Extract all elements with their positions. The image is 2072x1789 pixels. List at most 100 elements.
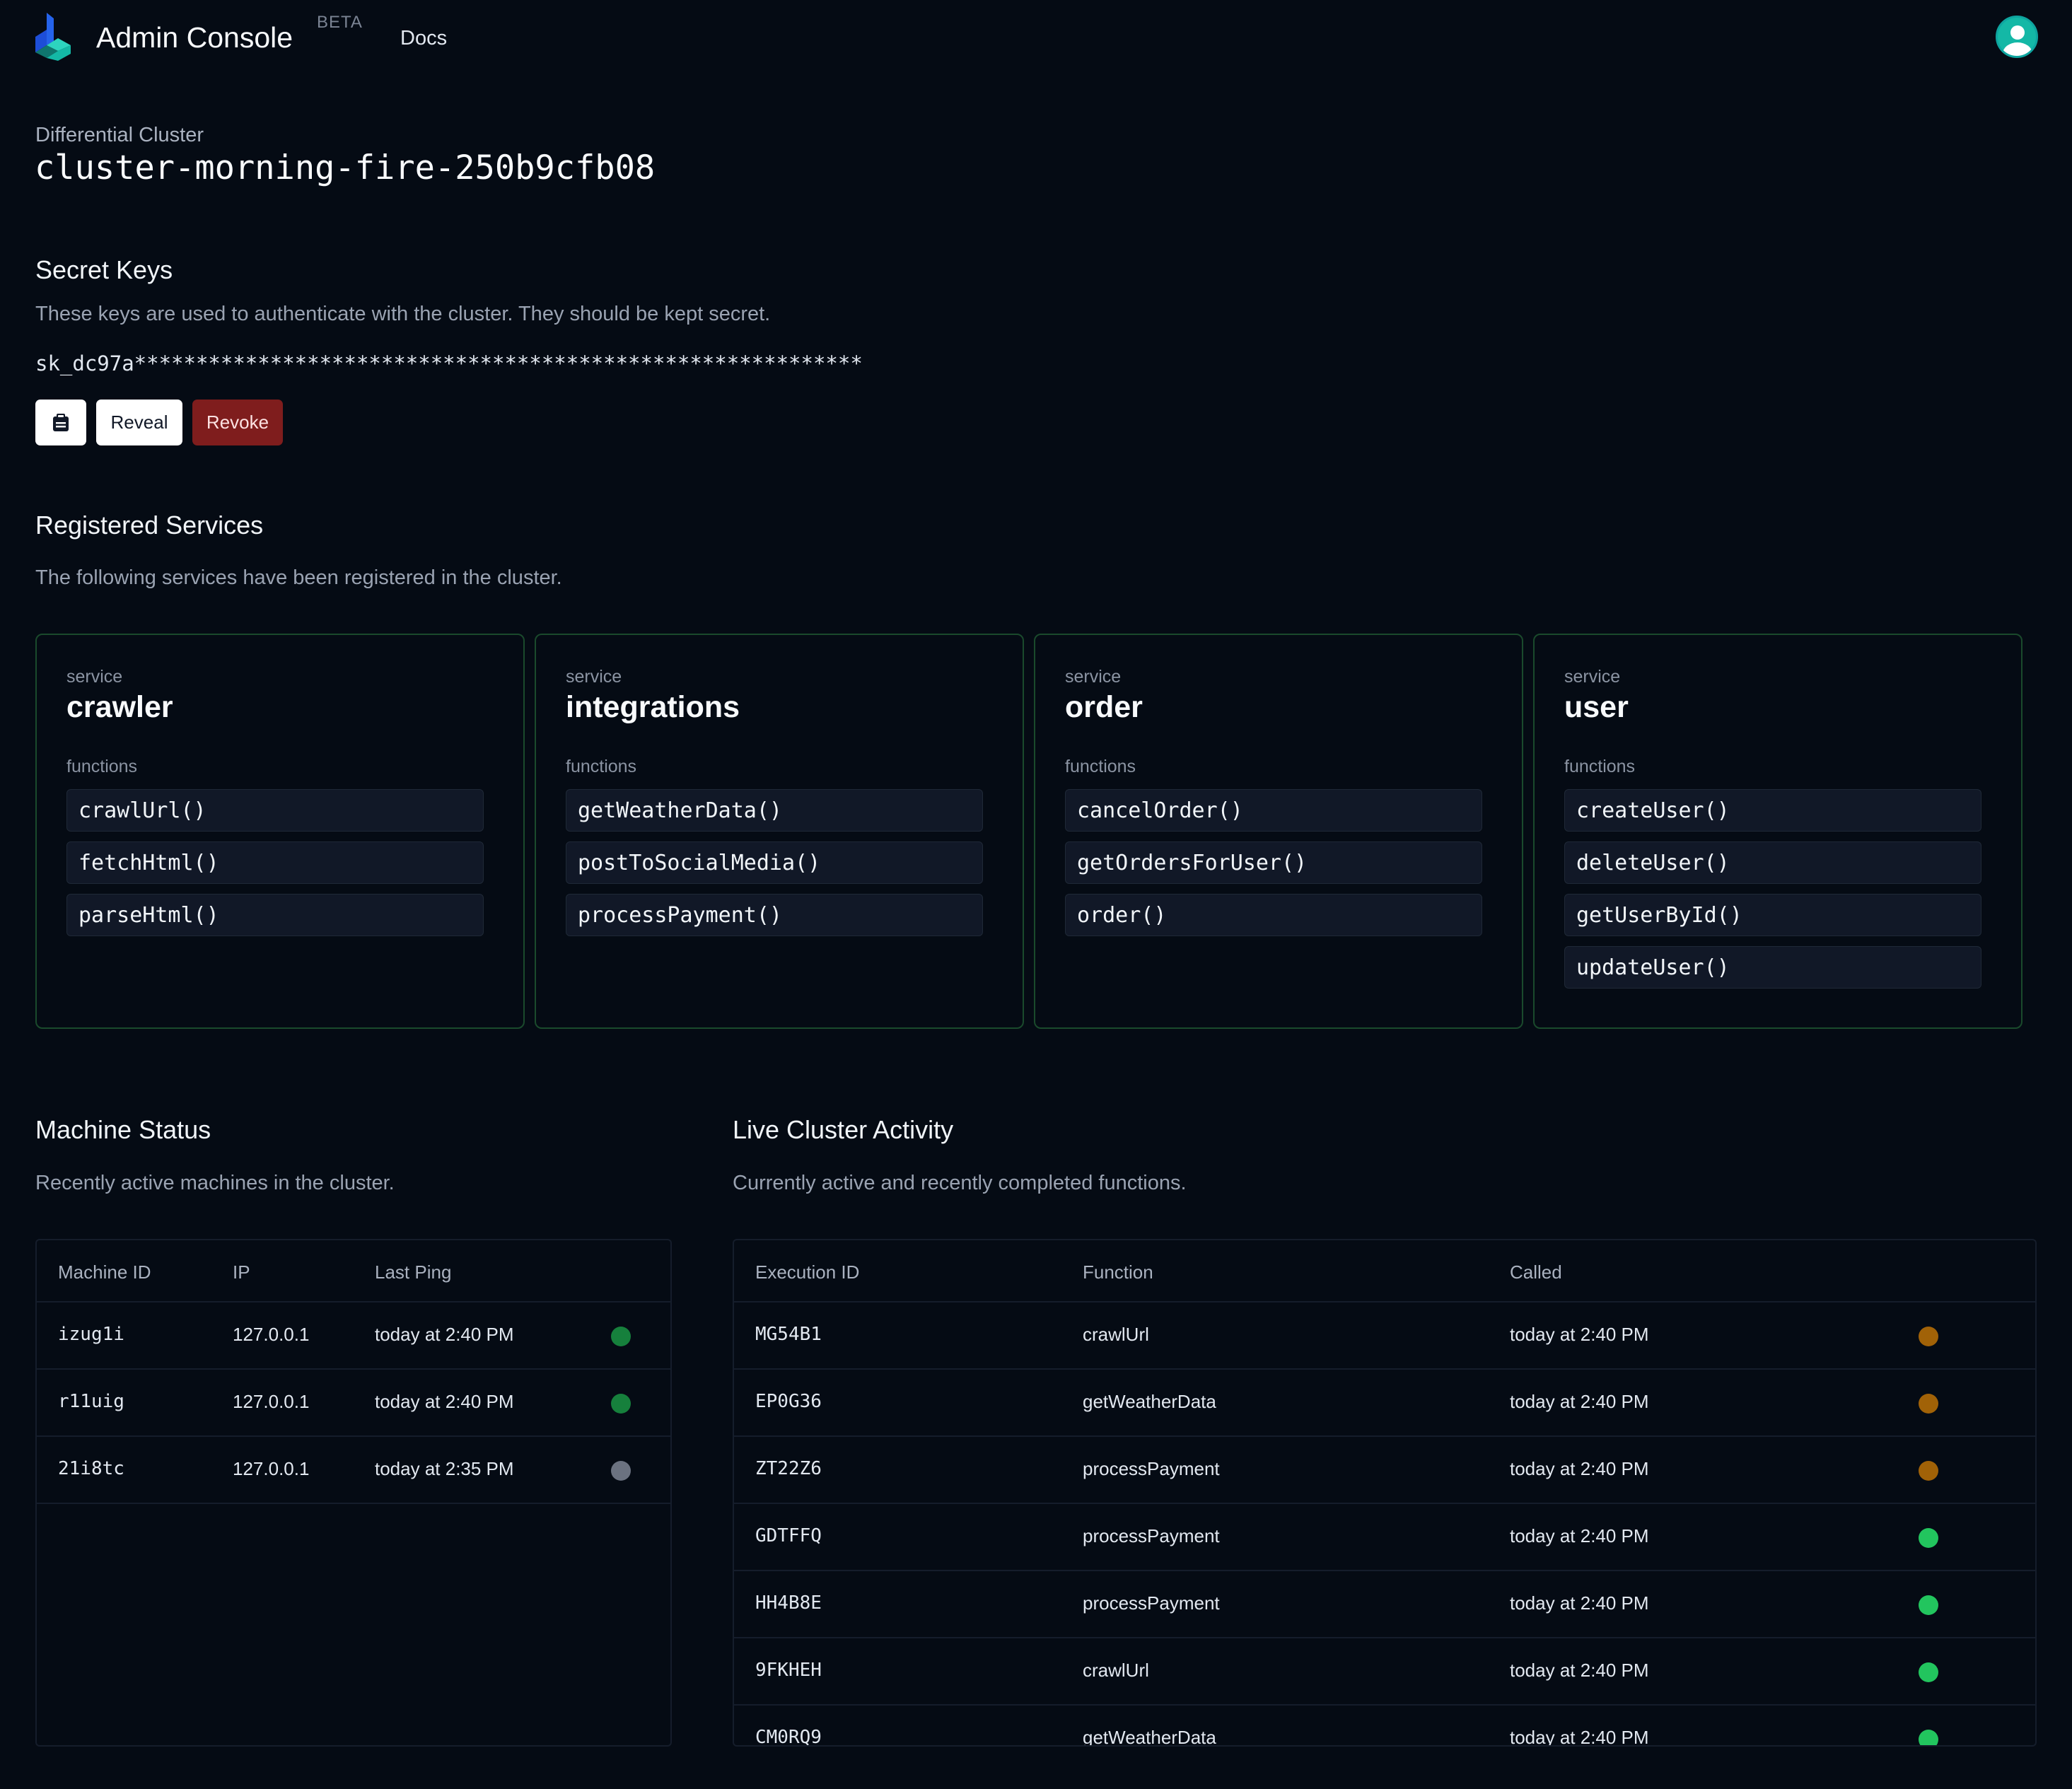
status-dot-icon: [1919, 1662, 1938, 1682]
machine-last-ping: today at 2:40 PM: [375, 1391, 514, 1412]
status-dot-icon: [611, 1327, 631, 1346]
activity-row[interactable]: 9FKHEH crawlUrl today at 2:40 PM: [734, 1638, 2035, 1706]
logo-icon: [35, 13, 71, 61]
column-execution-id: Execution ID: [755, 1261, 860, 1283]
execution-called: today at 2:40 PM: [1510, 1458, 1649, 1479]
functions-label: functions: [1065, 757, 1136, 776]
registered-services-description: The following services have been registe…: [35, 566, 562, 589]
execution-id: ZT22Z6: [755, 1458, 822, 1479]
machine-last-ping: today at 2:35 PM: [375, 1458, 514, 1479]
execution-called: today at 2:40 PM: [1510, 1525, 1649, 1546]
cluster-type-label: Differential Cluster: [35, 124, 204, 146]
secret-keys-description: These keys are used to authenticate with…: [35, 303, 771, 325]
status-dot-icon: [1919, 1730, 1938, 1745]
execution-called: today at 2:40 PM: [1510, 1324, 1649, 1345]
machine-id: r11uig: [58, 1391, 124, 1412]
activity-row[interactable]: HH4B8E processPayment today at 2:40 PM: [734, 1571, 2035, 1638]
clipboard-icon: [53, 413, 69, 431]
function-list: cancelOrder() getOrdersForUser() order(): [1065, 789, 1482, 946]
status-dot-icon: [1919, 1461, 1938, 1481]
service-card-user: service user functions createUser() deleteUs…: [1533, 634, 2022, 1029]
execution-id: MG54B1: [755, 1324, 822, 1345]
machine-status-heading: Machine Status: [35, 1115, 211, 1144]
function-item[interactable]: crawlUrl(): [66, 789, 484, 832]
status-dot-icon: [611, 1461, 631, 1481]
revoke-button[interactable]: Revoke: [192, 400, 283, 445]
machine-status-table: Machine ID IP Last Ping izug1i 127.0.0.1 t…: [35, 1239, 672, 1747]
service-card-order: service order functions cancelOrder() getOrd…: [1034, 634, 1523, 1029]
machine-row[interactable]: izug1i 127.0.0.1 today at 2:40 PM: [37, 1303, 670, 1370]
function-list: createUser() deleteUser() getUserById() upd…: [1564, 789, 1981, 998]
column-last-ping: Last Ping: [375, 1261, 452, 1283]
activity-row[interactable]: MG54B1 crawlUrl today at 2:40 PM: [734, 1303, 2035, 1370]
function-item[interactable]: getOrdersForUser(): [1065, 841, 1482, 884]
copy-key-button[interactable]: [35, 400, 86, 445]
activity-row[interactable]: GDTFFQ processPayment today at 2:40 PM: [734, 1504, 2035, 1571]
service-label: service: [566, 667, 622, 687]
status-dot-icon: [1919, 1394, 1938, 1414]
secret-keys-heading: Secret Keys: [35, 255, 173, 284]
function-list: getWeatherData() postToSocialMedia() proce…: [566, 789, 983, 946]
functions-label: functions: [1564, 757, 1636, 776]
execution-function: processPayment: [1083, 1592, 1220, 1614]
execution-called: today at 2:40 PM: [1510, 1391, 1649, 1412]
service-label: service: [1564, 667, 1621, 687]
avatar-body-shape: [2003, 42, 2032, 56]
function-item[interactable]: processPayment(): [566, 894, 983, 936]
status-dot-icon: [1919, 1595, 1938, 1615]
function-item[interactable]: order(): [1065, 894, 1482, 936]
activity-row[interactable]: CM0RQ9 getWeatherData today at 2:40 PM: [734, 1706, 2035, 1747]
execution-id: EP0G36: [755, 1391, 822, 1412]
machine-row[interactable]: r11uig 127.0.0.1 today at 2:40 PM: [37, 1370, 670, 1437]
registered-services-heading: Registered Services: [35, 511, 264, 540]
functions-label: functions: [566, 757, 637, 776]
functions-label: functions: [66, 757, 138, 776]
activity-row[interactable]: ZT22Z6 processPayment today at 2:40 PM: [734, 1437, 2035, 1504]
execution-function: getWeatherData: [1083, 1727, 1216, 1747]
machine-ip: 127.0.0.1: [233, 1458, 310, 1479]
function-item[interactable]: createUser(): [1564, 789, 1981, 832]
machine-id: izug1i: [58, 1324, 124, 1345]
execution-called: today at 2:40 PM: [1510, 1660, 1649, 1681]
function-item[interactable]: postToSocialMedia(): [566, 841, 983, 884]
service-card-integrations: service integrations functions getWeatherDa…: [535, 634, 1024, 1029]
avatar-head-shape: [2010, 25, 2025, 40]
function-list: crawlUrl() fetchHtml() parseHtml(): [66, 789, 484, 946]
execution-function: processPayment: [1083, 1525, 1220, 1546]
user-avatar[interactable]: [1996, 16, 2038, 58]
live-activity-table: Execution ID Function Called MG54B1 crawl…: [733, 1239, 2037, 1747]
reveal-button[interactable]: Reveal: [96, 400, 182, 445]
execution-id: GDTFFQ: [755, 1525, 822, 1546]
function-item[interactable]: getWeatherData(): [566, 789, 983, 832]
function-item[interactable]: getUserById(): [1564, 894, 1981, 936]
activity-table-header: Execution ID Function Called: [734, 1240, 2035, 1303]
execution-id: HH4B8E: [755, 1592, 822, 1614]
live-activity-heading: Live Cluster Activity: [733, 1115, 954, 1144]
machine-id: 21i8tc: [58, 1458, 124, 1479]
function-item[interactable]: fetchHtml(): [66, 841, 484, 884]
activity-row[interactable]: EP0G36 getWeatherData today at 2:40 PM: [734, 1370, 2035, 1437]
cluster-name: cluster-morning-fire-250b9cfb08: [35, 148, 656, 187]
machine-row[interactable]: 21i8tc 127.0.0.1 today at 2:35 PM: [37, 1437, 670, 1504]
function-item[interactable]: cancelOrder(): [1065, 789, 1482, 832]
app-title[interactable]: Admin Console: [96, 21, 293, 54]
function-item[interactable]: updateUser(): [1564, 946, 1981, 989]
execution-function: getWeatherData: [1083, 1391, 1216, 1412]
execution-function: crawlUrl: [1083, 1324, 1149, 1345]
column-machine-id: Machine ID: [58, 1261, 151, 1283]
service-name: user: [1564, 690, 1629, 724]
machine-table-header: Machine ID IP Last Ping: [37, 1240, 670, 1303]
status-dot-icon: [1919, 1528, 1938, 1548]
column-ip: IP: [233, 1261, 250, 1283]
function-item[interactable]: parseHtml(): [66, 894, 484, 936]
status-dot-icon: [611, 1394, 631, 1414]
service-label: service: [66, 667, 123, 687]
top-header: Admin Console BETA Docs: [0, 0, 2072, 78]
docs-link[interactable]: Docs: [400, 27, 447, 50]
live-activity-description: Currently active and recently completed …: [733, 1172, 1187, 1194]
function-item[interactable]: deleteUser(): [1564, 841, 1981, 884]
beta-badge: BETA: [317, 13, 363, 32]
column-function: Function: [1083, 1261, 1153, 1283]
machine-last-ping: today at 2:40 PM: [375, 1324, 514, 1345]
execution-called: today at 2:40 PM: [1510, 1727, 1649, 1747]
